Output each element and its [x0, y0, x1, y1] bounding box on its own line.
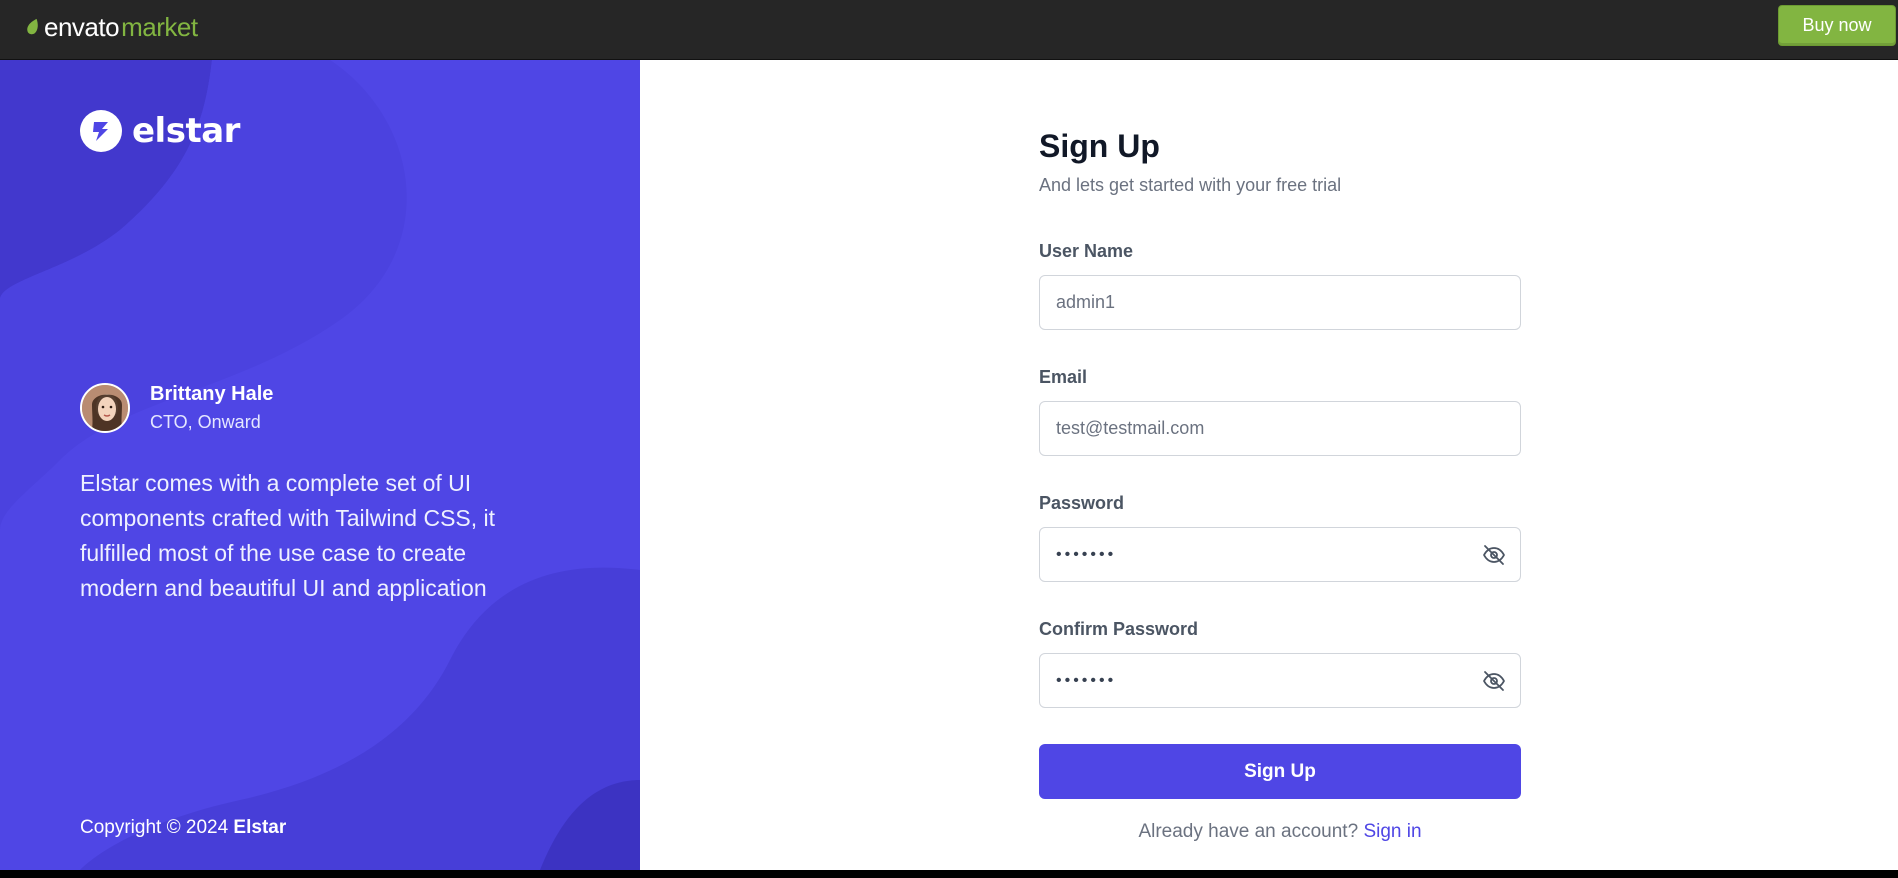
- left-promo-panel: elstar Brittany Hale CTO, Onward Elstar …: [0, 60, 640, 870]
- copyright-prefix: Copyright © 2024: [80, 817, 234, 838]
- confirm-password-label: Confirm Password: [1039, 619, 1199, 639]
- market-word: market: [121, 12, 198, 42]
- email-field-group: Email: [1039, 367, 1521, 456]
- confirm-password-wrapper: [1039, 653, 1521, 708]
- elstar-brand: elstar: [80, 110, 240, 152]
- username-label: User Name: [1039, 241, 1134, 261]
- username-input[interactable]: [1040, 276, 1520, 329]
- testimonial-quote: Elstar comes with a complete set of UI c…: [80, 470, 496, 601]
- wave-background: [0, 60, 640, 870]
- password-input[interactable]: [1040, 528, 1520, 581]
- confirm-password-field-group: Confirm Password: [1039, 619, 1521, 708]
- signup-form: Sign Up And lets get started with your f…: [1039, 128, 1521, 843]
- brand-name: elstar: [132, 111, 240, 151]
- envato-market-logo[interactable]: envato market: [24, 10, 198, 44]
- avatar: [80, 383, 130, 433]
- page-subtitle: And lets get started with your free tria…: [1039, 175, 1342, 195]
- sign-in-link[interactable]: Sign in: [1363, 821, 1421, 842]
- person-role: CTO, Onward: [150, 412, 261, 432]
- password-wrapper: [1039, 527, 1521, 582]
- testimonial-person: Brittany Hale CTO, Onward: [80, 383, 273, 433]
- confirm-password-input[interactable]: [1040, 654, 1520, 707]
- account-prompt: Already have an account?: [1138, 821, 1364, 842]
- page-title: Sign Up: [1039, 128, 1160, 164]
- person-name: Brittany Hale: [150, 383, 274, 405]
- buy-now-button[interactable]: Buy now: [1778, 5, 1896, 46]
- email-input[interactable]: [1040, 402, 1520, 455]
- bottom-strip: [0, 870, 1898, 878]
- envato-topbar: envato market Buy now: [0, 0, 1898, 60]
- username-wrapper: [1039, 275, 1521, 330]
- eye-off-icon[interactable]: [1482, 543, 1506, 567]
- signup-panel: Sign Up And lets get started with your f…: [640, 60, 1898, 870]
- password-label: Password: [1039, 493, 1125, 513]
- envato-word: envato: [44, 12, 120, 42]
- copyright-brand: Elstar: [233, 817, 287, 838]
- copyright: Copyright © 2024 Elstar: [80, 817, 286, 839]
- password-field-group: Password: [1039, 493, 1521, 582]
- email-label: Email: [1039, 367, 1088, 387]
- eye-off-icon[interactable]: [1482, 669, 1506, 693]
- submit-row: Sign Up: [1039, 744, 1521, 799]
- elstar-logo-icon: [80, 110, 122, 152]
- username-field-group: User Name: [1039, 241, 1521, 330]
- signin-prompt: Already have an account? Sign in: [1039, 821, 1521, 843]
- email-wrapper: [1039, 401, 1521, 456]
- sign-up-button[interactable]: Sign Up: [1039, 744, 1521, 799]
- envato-leaf-icon: [27, 18, 38, 35]
